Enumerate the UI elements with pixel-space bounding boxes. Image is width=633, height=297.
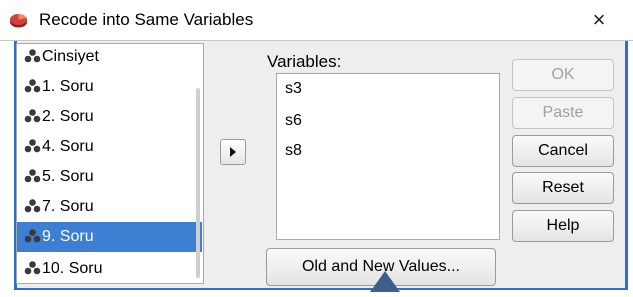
- list-item-label: 9. Soru: [42, 228, 94, 245]
- list-item-label: 2. Soru: [42, 108, 94, 125]
- variable-item[interactable]: s6: [285, 112, 302, 130]
- nominal-variable-icon: [24, 164, 41, 183]
- variable-item[interactable]: s3: [285, 80, 302, 98]
- list-item[interactable]: Cinsiyet: [17, 44, 202, 72]
- list-item[interactable]: 5. Soru: [17, 162, 202, 192]
- nominal-variable-icon: [24, 194, 41, 213]
- nominal-variable-icon: [24, 134, 41, 153]
- variables-label: Variables:: [267, 52, 342, 71]
- list-item[interactable]: 10. Soru: [17, 254, 202, 283]
- reset-button[interactable]: Reset: [512, 172, 614, 204]
- nominal-variable-icon: [24, 44, 41, 63]
- nominal-variable-icon: [24, 104, 41, 123]
- arrow-right-icon: [230, 147, 236, 157]
- spss-pie-icon: [9, 11, 28, 29]
- variables-list[interactable]: s3 s6 s8: [276, 73, 500, 240]
- move-to-variables-button[interactable]: [220, 139, 246, 165]
- list-item-label: Cinsiyet: [42, 48, 99, 65]
- paste-button[interactable]: Paste: [512, 97, 614, 129]
- title-bar[interactable]: Recode into Same Variables ×: [0, 0, 633, 41]
- ok-button[interactable]: OK: [512, 59, 614, 91]
- close-button[interactable]: ×: [584, 6, 614, 34]
- list-item-selected[interactable]: 9. Soru: [17, 222, 202, 252]
- list-item-label: 1. Soru: [42, 78, 94, 95]
- list-item[interactable]: 1. Soru: [17, 72, 202, 102]
- nominal-variable-icon: [24, 256, 41, 275]
- pointer-arrow-icon: [368, 271, 402, 292]
- list-item[interactable]: 2. Soru: [17, 102, 202, 132]
- list-item-label: 5. Soru: [42, 168, 94, 185]
- list-item-label: 4. Soru: [42, 138, 94, 155]
- list-item[interactable]: 4. Soru: [17, 132, 202, 162]
- list-item[interactable]: 7. Soru: [17, 192, 202, 222]
- list-item-label: 10. Soru: [42, 260, 103, 277]
- recode-dialog: Recode into Same Variables × Cinsiyet 1.…: [0, 0, 633, 292]
- dialog-title: Recode into Same Variables: [39, 10, 254, 29]
- help-button[interactable]: Help: [512, 210, 614, 242]
- variable-item[interactable]: s8: [285, 142, 302, 160]
- nominal-variable-icon: [24, 74, 41, 93]
- source-variable-list[interactable]: Cinsiyet 1. Soru 2. Soru 4. Soru 5. Soru…: [16, 43, 204, 284]
- list-scrollbar[interactable]: [196, 88, 200, 278]
- list-item-label: 7. Soru: [42, 198, 94, 215]
- nominal-variable-icon: [24, 224, 41, 243]
- cancel-button[interactable]: Cancel: [512, 135, 614, 167]
